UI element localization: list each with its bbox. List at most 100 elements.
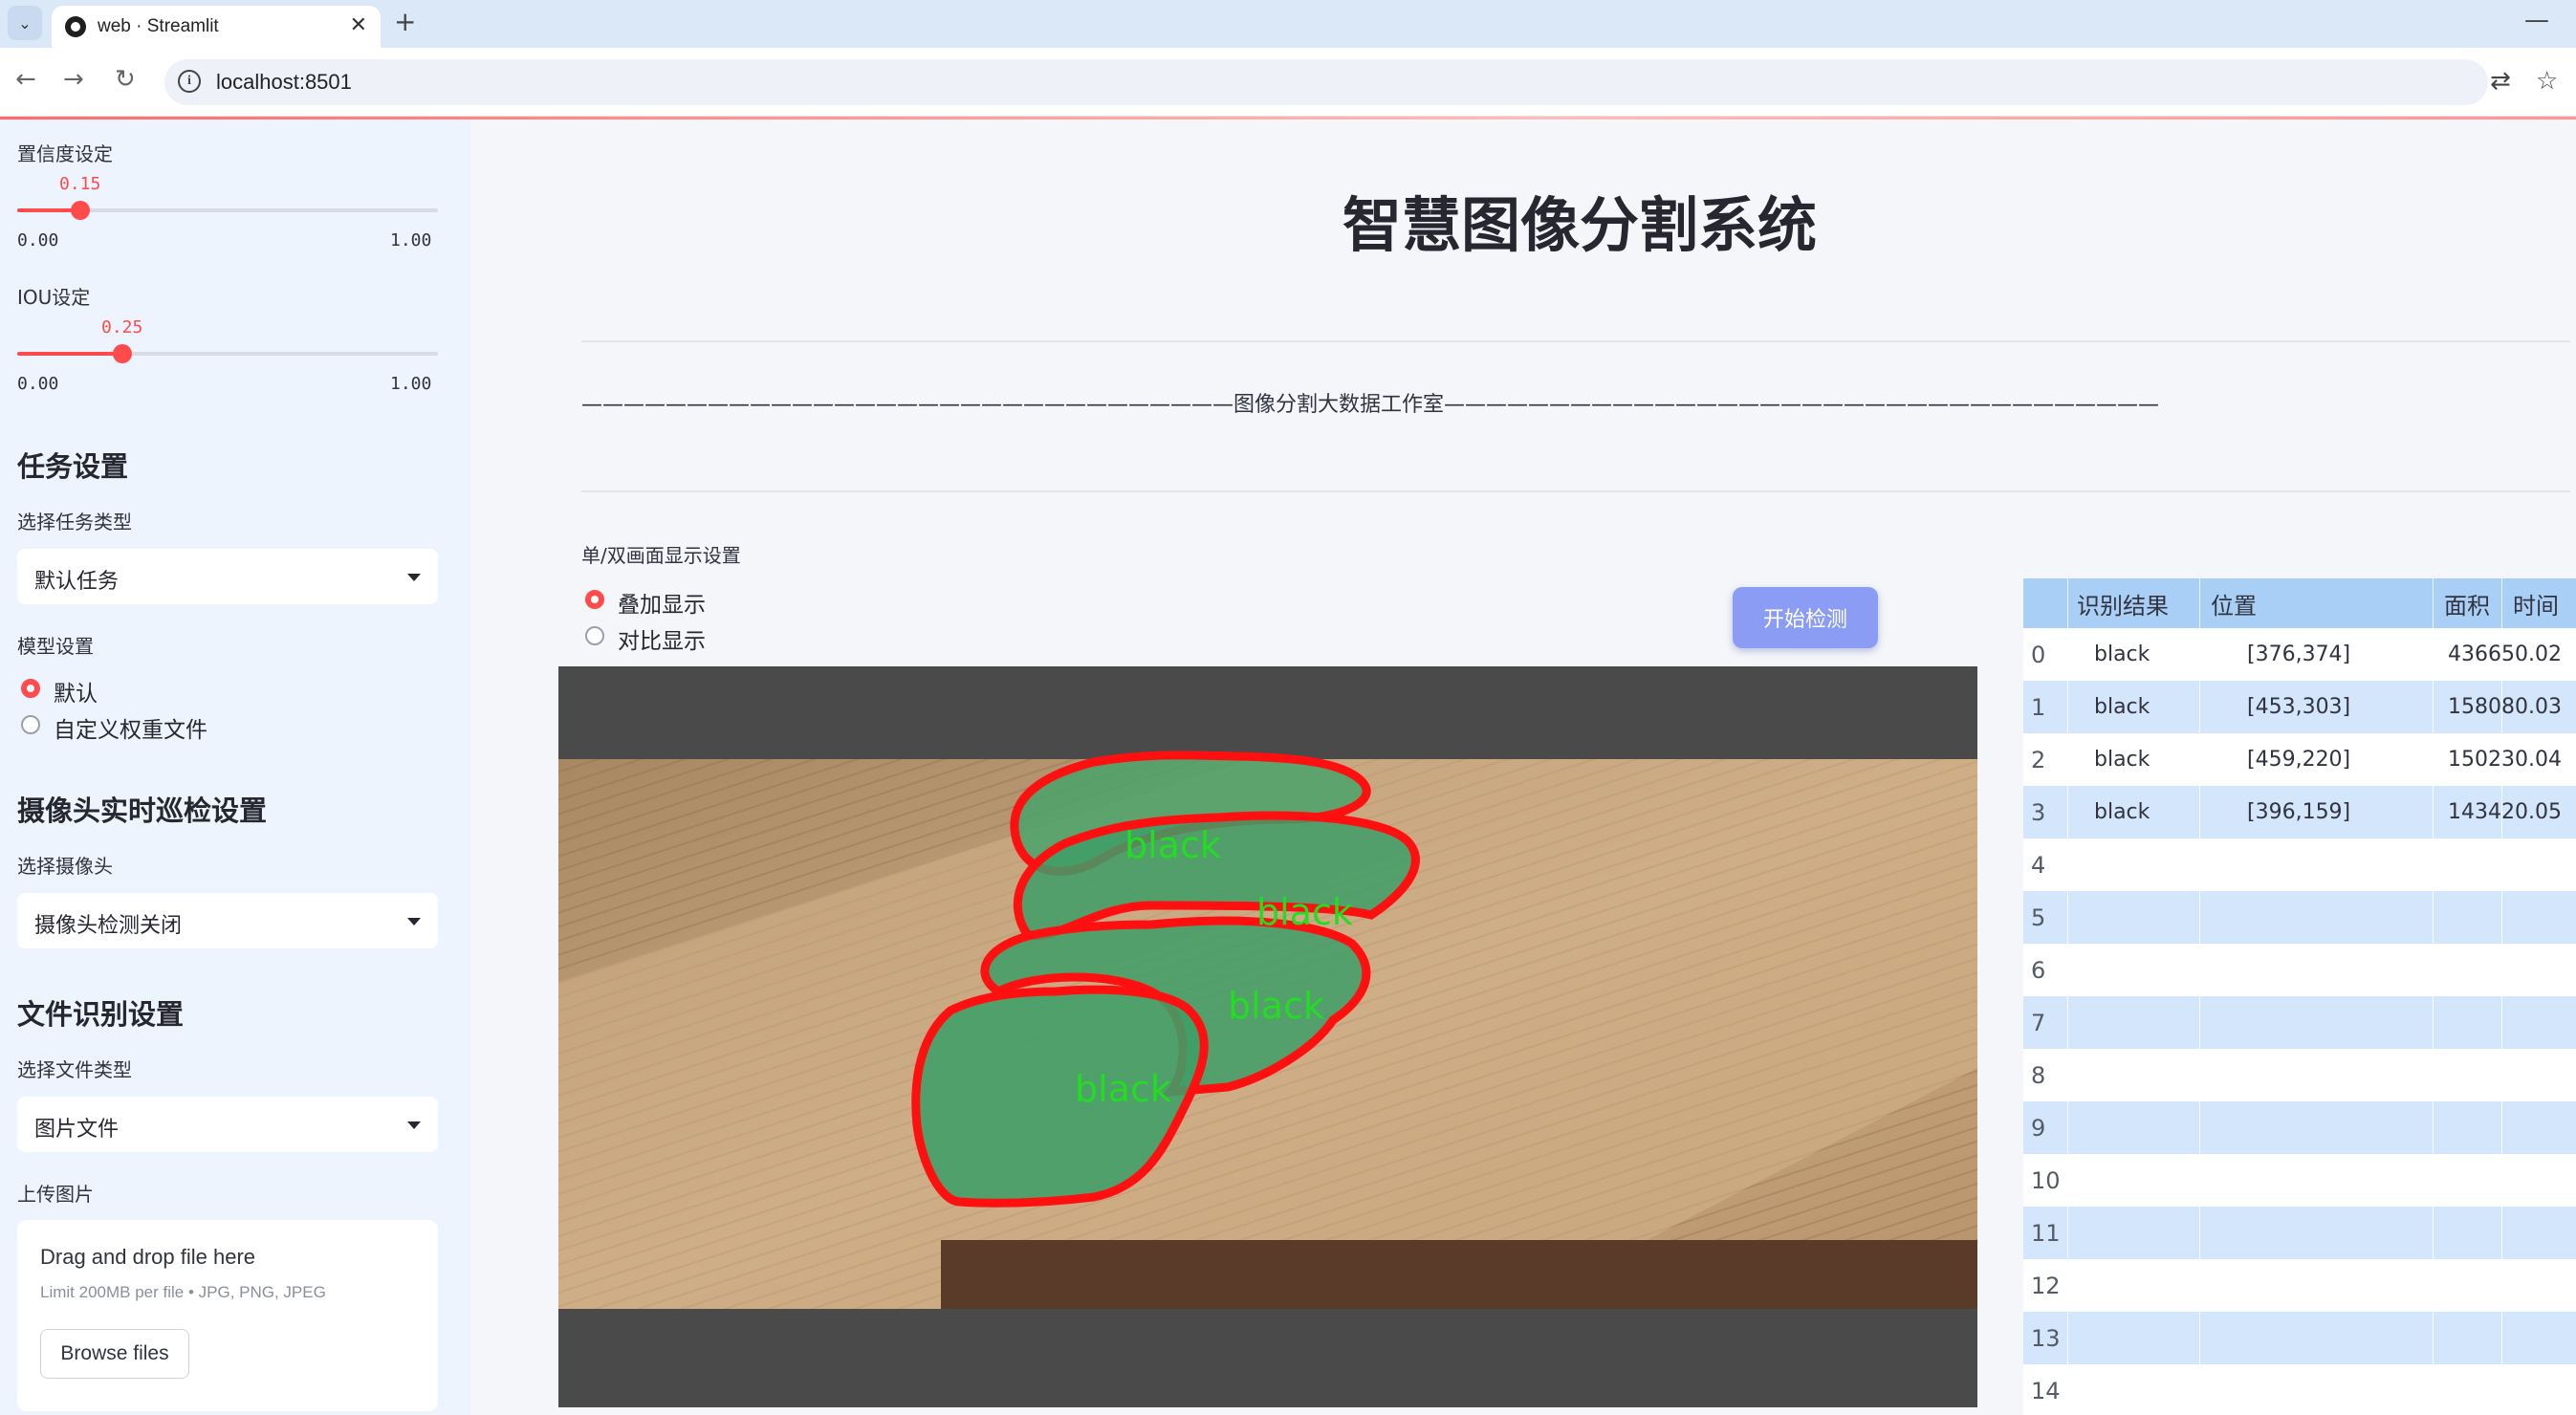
table-row[interactable]: 11 — [2023, 1207, 2576, 1259]
table-cell-pos: [376,374] — [2247, 642, 2351, 666]
table-cell-pos: [453,303] — [2247, 695, 2351, 719]
table-row[interactable]: 2 black [459,220] 15023 0.04 — [2023, 733, 2576, 786]
table-row[interactable]: 13 — [2023, 1312, 2576, 1364]
table-cell-area: 14342 — [2448, 800, 2515, 824]
task-settings-heading: 任务设置 — [17, 450, 129, 483]
file-type-label: 选择文件类型 — [17, 1058, 132, 1081]
model-option-label: 自定义权重文件 — [54, 718, 207, 743]
camera-label: 选择摄像头 — [17, 855, 113, 878]
table-row[interactable]: 3 black [396,159] 14342 0.05 — [2023, 786, 2576, 838]
dropzone-limit: Limit 200MB per file • JPG, PNG, JPEG — [40, 1283, 326, 1301]
table-row[interactable]: 5 — [2023, 891, 2576, 944]
detection-label: black — [1124, 824, 1221, 866]
iou-max: 1.00 — [390, 374, 432, 394]
url-text[interactable]: localhost:8501 — [216, 70, 352, 95]
file-type-value: 图片文件 — [34, 1118, 120, 1142]
radio-selected-icon[interactable] — [21, 679, 40, 698]
camera-select[interactable]: 摄像头检测关闭 — [17, 893, 438, 948]
table-cell-time: 0.05 — [2515, 800, 2562, 824]
streamlit-favicon-icon — [65, 16, 86, 37]
table-cell-result: black — [2094, 800, 2150, 824]
radio-selected-icon[interactable] — [585, 590, 604, 609]
results-table[interactable]: 识别结果 位置 面积 时间 0 black [376,374] 43665 0.02 1 black… — [2023, 578, 2576, 1415]
tab-close-icon[interactable]: ✕ — [350, 13, 367, 37]
chevron-down-icon — [407, 574, 421, 581]
tab-search-chevron-icon[interactable]: ⌄ — [8, 6, 42, 40]
back-arrow-icon[interactable]: ← — [15, 65, 36, 94]
confidence-max: 1.00 — [390, 230, 432, 250]
forward-arrow-icon[interactable]: → — [63, 65, 84, 94]
table-cell-area: 43665 — [2448, 642, 2515, 666]
chevron-down-icon — [407, 918, 421, 925]
camera-value: 摄像头检测关闭 — [34, 914, 183, 938]
table-row[interactable]: 0 black [376,374] 43665 0.02 — [2023, 628, 2576, 681]
table-row[interactable]: 6 — [2023, 944, 2576, 996]
column-header[interactable]: 面积 — [2444, 578, 2490, 628]
task-type-value: 默认任务 — [34, 570, 120, 594]
tab-title: web · Streamlit — [98, 16, 219, 36]
radio-unselected-icon[interactable] — [585, 626, 604, 645]
table-column-divider — [2501, 578, 2502, 1415]
table-row[interactable]: 7 — [2023, 996, 2576, 1049]
table-cell-idx: 5 — [2031, 903, 2046, 931]
column-header[interactable]: 识别结果 — [2077, 578, 2169, 628]
radio-unselected-icon[interactable] — [21, 715, 40, 734]
table-row[interactable]: 10 — [2023, 1154, 2576, 1207]
table-cell-time: 0.02 — [2515, 642, 2562, 666]
table-cell-idx: 4 — [2031, 851, 2046, 879]
file-type-select[interactable]: 图片文件 — [17, 1097, 438, 1152]
file-dropzone[interactable]: Drag and drop file here Limit 200MB per … — [17, 1220, 438, 1411]
confidence-slider-thumb[interactable] — [71, 201, 90, 220]
site-info-icon[interactable]: i — [178, 70, 201, 93]
table-row[interactable]: 12 — [2023, 1259, 2576, 1312]
sidebar: 置信度设定 0.15 0.00 1.00 IOU设定 0.25 0.00 1.0… — [0, 120, 470, 1415]
task-type-label: 选择任务类型 — [17, 511, 132, 533]
new-tab-icon[interactable]: + — [394, 6, 416, 37]
confidence-slider[interactable] — [17, 201, 438, 220]
start-detection-button[interactable]: 开始检测 — [1733, 587, 1878, 648]
confidence-label: 置信度设定 — [17, 142, 113, 165]
iou-label: IOU设定 — [17, 286, 91, 309]
table-cell-idx: 12 — [2031, 1272, 2061, 1299]
divider — [581, 490, 2570, 492]
browse-files-button[interactable]: Browse files — [40, 1329, 189, 1379]
table-row[interactable]: 14 — [2023, 1364, 2576, 1415]
main-content: 智慧图像分割系统 ———————————————————————————————… — [470, 120, 2576, 1415]
url-field[interactable]: i localhost:8501 — [164, 59, 2488, 105]
table-row[interactable]: 8 — [2023, 1049, 2576, 1101]
reload-icon[interactable]: ↻ — [115, 65, 136, 94]
table-cell-idx: 14 — [2031, 1377, 2061, 1404]
result-image-viewer: black black black black — [558, 666, 1977, 1407]
iou-slider-thumb[interactable] — [113, 344, 132, 363]
confidence-value: 0.15 — [59, 174, 101, 194]
chevron-down-icon — [407, 1121, 421, 1129]
table-cell-idx: 6 — [2031, 956, 2046, 984]
table-cell-idx: 1 — [2031, 693, 2046, 721]
minimize-window-icon[interactable]: — — [2524, 6, 2549, 34]
display-mode-label: 单/双画面显示设置 — [581, 544, 741, 567]
table-cell-area: 15023 — [2448, 748, 2515, 772]
table-cell-idx: 0 — [2031, 641, 2046, 668]
table-row[interactable]: 1 black [453,303] 15808 0.03 — [2023, 681, 2576, 733]
column-header[interactable]: 位置 — [2211, 578, 2257, 628]
table-cell-idx: 7 — [2031, 1009, 2046, 1036]
display-option-label: 叠加显示 — [618, 593, 706, 618]
table-cell-result: black — [2094, 748, 2150, 772]
table-cell-pos: [396,159] — [2247, 800, 2351, 824]
column-header[interactable]: 时间 — [2513, 578, 2559, 628]
task-type-select[interactable]: 默认任务 — [17, 549, 438, 604]
translate-icon[interactable]: ⇄ — [2490, 67, 2511, 96]
bookmark-star-icon[interactable]: ☆ — [2536, 67, 2558, 96]
iou-slider[interactable] — [17, 344, 438, 363]
table-cell-idx: 3 — [2031, 798, 2046, 826]
model-option-label: 默认 — [54, 682, 98, 707]
iou-value: 0.25 — [101, 317, 143, 337]
upload-label: 上传图片 — [17, 1183, 94, 1206]
table-row[interactable]: 9 — [2023, 1101, 2576, 1154]
confidence-min: 0.00 — [17, 230, 59, 250]
browser-tab[interactable]: web · Streamlit ✕ — [52, 6, 381, 48]
table-column-divider — [2067, 578, 2068, 1415]
table-row[interactable]: 4 — [2023, 838, 2576, 891]
model-settings-label: 模型设置 — [17, 635, 94, 658]
table-column-divider — [2199, 578, 2200, 1415]
